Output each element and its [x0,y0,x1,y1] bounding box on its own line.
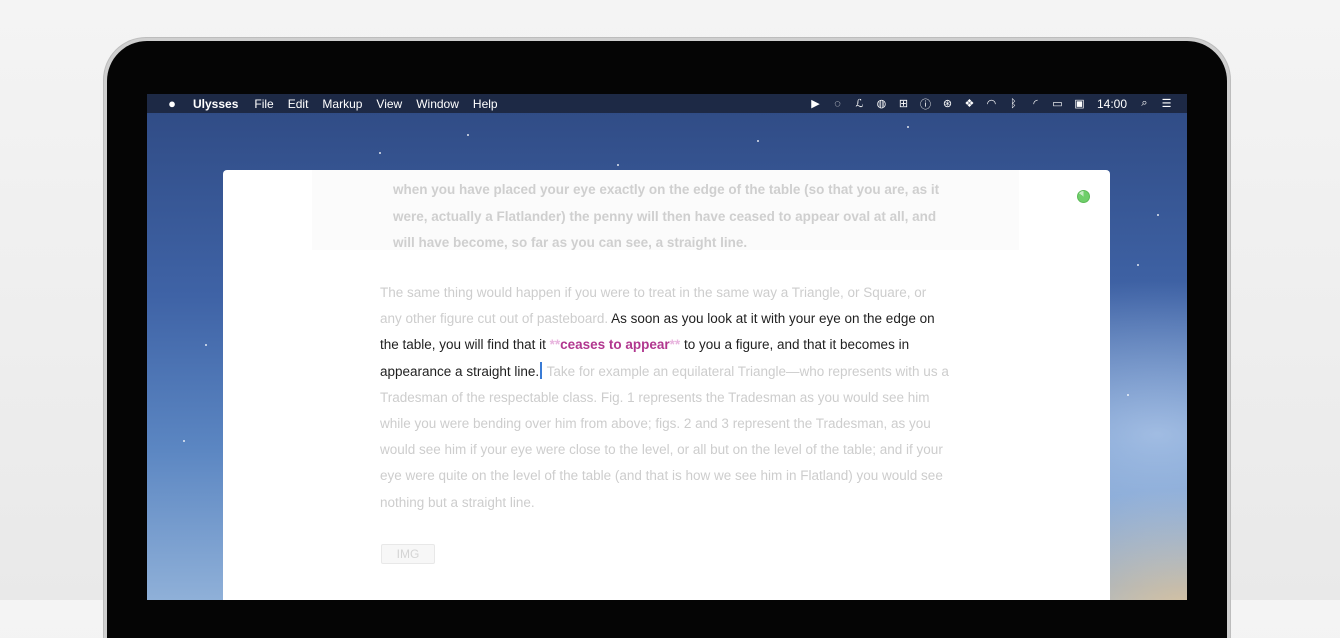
text-cursor [540,361,543,379]
display-icon[interactable]: ▣ [1073,97,1086,110]
search-icon[interactable]: ⌕ [1138,97,1151,110]
menu-clock[interactable]: 14:00 [1097,97,1127,111]
markup-open: ** [549,337,561,353]
activity-icon[interactable]: ◍ [875,97,888,110]
progress-icon[interactable] [1077,190,1090,203]
emphasis-text: ceases to appear [560,337,670,353]
menu-view[interactable]: View [376,97,402,111]
list-icon[interactable]: ☰ [1160,97,1173,110]
desktop-screen: ● Ulysses File Edit Markup View Window H… [147,94,1187,600]
status-area: ▶ ◌ ℒ ◍ ⊞ ⓘ ⊛ ❖ ◠ ᛒ ◜ ▭ ▣ 14:00 ⌕ ☰ [809,96,1187,112]
blockquote: when you have placed your eye exactly on… [312,170,1019,250]
menu-help[interactable]: Help [473,97,498,111]
play-icon[interactable]: ▶ [809,97,822,110]
image-tag[interactable]: IMG [381,544,435,564]
dropbox-icon[interactable]: ❖ [963,97,976,110]
info-icon[interactable]: ⓘ [919,96,932,112]
aperture-icon[interactable]: ⊛ [941,97,954,110]
blockquote-text[interactable]: when you have placed your eye exactly on… [393,177,953,257]
battery-icon[interactable]: ▭ [1051,97,1064,110]
menu-edit[interactable]: Edit [288,97,309,111]
script-icon[interactable]: ℒ [853,97,866,110]
apple-icon[interactable]: ● [165,96,179,111]
menu-file[interactable]: File [254,97,273,111]
menu-bar: ● Ulysses File Edit Markup View Window H… [147,94,1187,113]
editor-paragraph[interactable]: The same thing would happen if you were … [380,280,950,516]
sync-icon[interactable]: ◌ [831,98,844,110]
wifi-icon[interactable]: ◜ [1029,97,1042,110]
menu-app-name[interactable]: Ulysses [193,97,238,111]
dimmed-text-after: Take for example an equilateral Triangle… [380,363,949,510]
editor-window[interactable]: when you have placed your eye exactly on… [223,170,1110,600]
bluetooth-icon[interactable]: ᛒ [1007,98,1020,110]
menu-markup[interactable]: Markup [322,97,362,111]
keyboard-icon[interactable]: ⊞ [897,97,910,110]
airdrop-icon[interactable]: ◠ [985,97,998,110]
menu-window[interactable]: Window [416,97,459,111]
markup-close: ** [669,337,681,353]
